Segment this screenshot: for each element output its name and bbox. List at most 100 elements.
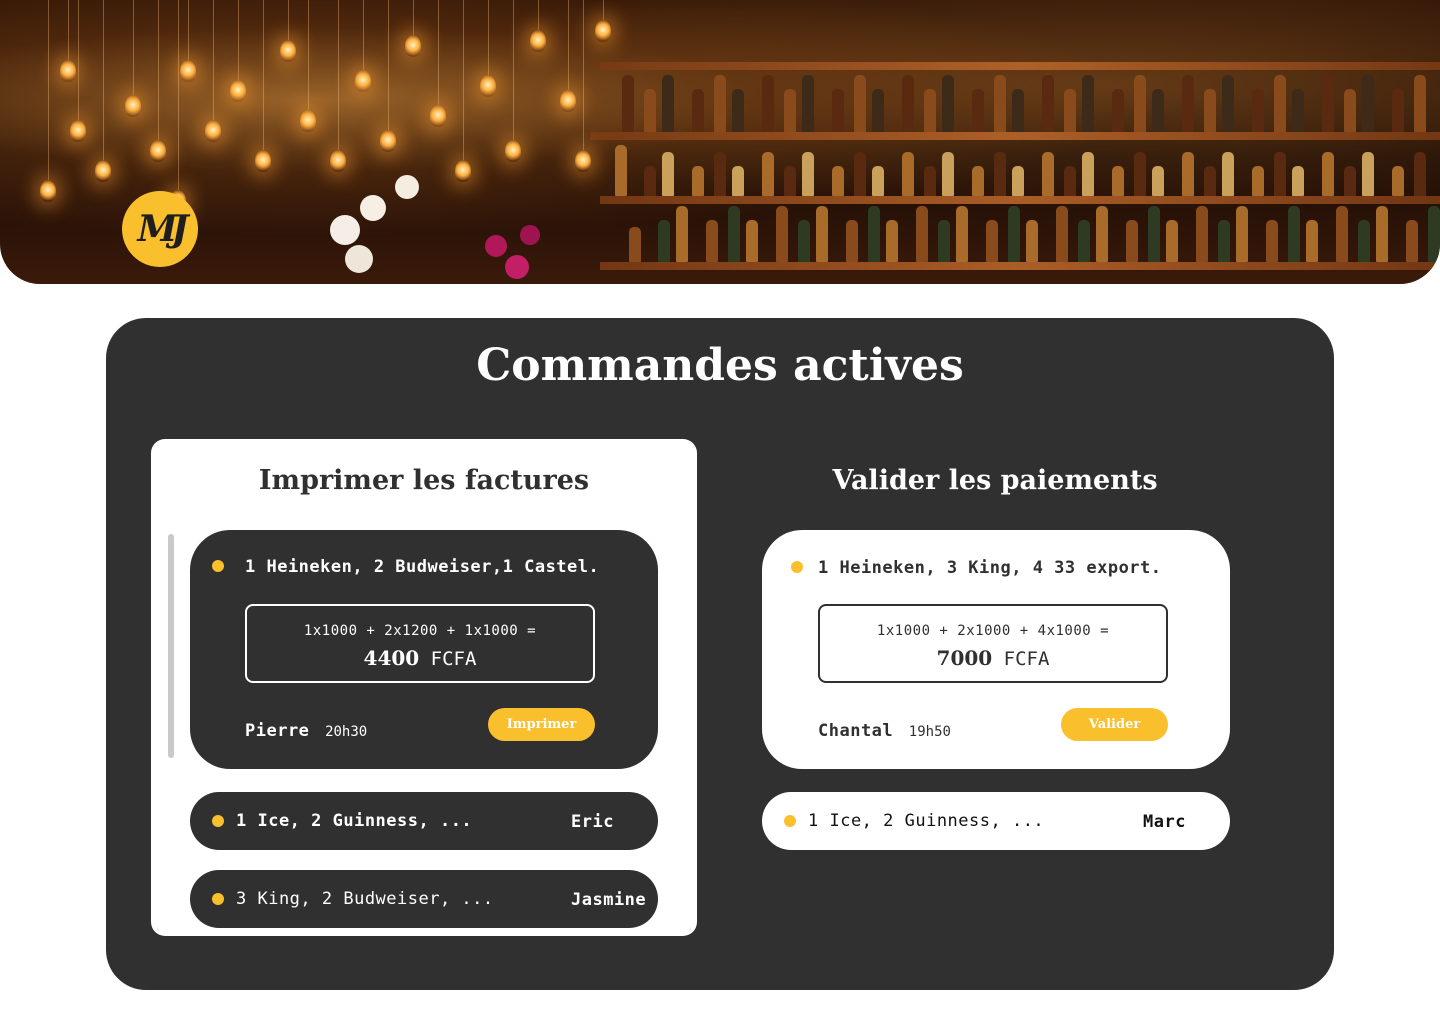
payment-row[interactable]: 1 Ice, 2 Guinness, ... Marc — [762, 792, 1230, 850]
total-amount: 4400 — [363, 646, 420, 670]
bottle — [1358, 220, 1370, 262]
bulb-wire — [513, 0, 514, 140]
bottle — [1428, 206, 1440, 262]
bottle — [816, 206, 828, 262]
status-dot-icon — [784, 815, 796, 827]
flower — [505, 255, 529, 279]
flower — [345, 245, 373, 273]
light-bulb — [430, 105, 446, 127]
order-items: 1 Ice, 2 Guinness, ... — [808, 811, 1045, 831]
validate-button[interactable]: Valider — [1061, 708, 1168, 741]
brand-logo[interactable]: MJ — [122, 191, 198, 267]
price-calculation-box: 1x1000 + 2x1000 + 4x1000 = 7000 FCFA — [818, 604, 1168, 683]
bottle — [1134, 75, 1146, 132]
light-bulb — [125, 95, 141, 117]
bottle — [1344, 89, 1356, 132]
bottle — [846, 220, 858, 262]
light-bulb — [480, 75, 496, 97]
order-row[interactable]: 3 King, 2 Budweiser, ... Jasmine — [190, 870, 658, 928]
bottle — [762, 152, 774, 196]
order-card-expanded[interactable]: 1 Heineken, 2 Budweiser,1 Castel. 1x1000… — [190, 530, 658, 769]
bottle — [784, 166, 796, 196]
bottle — [706, 220, 718, 262]
bottle — [854, 75, 866, 132]
bottle — [1204, 89, 1216, 132]
status-dot-icon — [212, 815, 224, 827]
flower — [520, 225, 540, 245]
order-time: 19h50 — [908, 724, 951, 740]
bulb-wire — [603, 0, 604, 20]
bottle — [832, 89, 844, 132]
bottle — [1236, 206, 1248, 262]
bottle — [1406, 220, 1418, 262]
bottle — [872, 89, 884, 132]
bulb-wire — [583, 0, 584, 150]
order-row[interactable]: 1 Ice, 2 Guinness, ... Eric — [190, 792, 658, 850]
bottle — [1292, 166, 1304, 196]
customer-name: Marc — [1143, 812, 1186, 832]
bulb-wire — [438, 0, 439, 105]
bottle — [938, 220, 950, 262]
order-meta: Pierre 20h30 — [245, 721, 367, 741]
flower — [330, 215, 360, 245]
bottle — [1344, 166, 1356, 196]
light-bulb — [330, 150, 346, 172]
flower — [360, 195, 386, 221]
light-bulb — [255, 150, 271, 172]
bottle — [1336, 206, 1348, 262]
bottle — [714, 152, 726, 196]
print-button[interactable]: Imprimer — [488, 708, 595, 741]
bottle — [1064, 166, 1076, 196]
bottle — [662, 75, 674, 132]
bottle — [994, 152, 1006, 196]
bottle — [1134, 152, 1146, 196]
bulb-wire — [388, 0, 389, 130]
bottle — [1274, 75, 1286, 132]
light-bulb — [595, 20, 611, 42]
bottle — [802, 75, 814, 132]
bottle — [1166, 220, 1178, 262]
scrollbar[interactable] — [168, 534, 174, 758]
bottle — [1012, 89, 1024, 132]
bottle — [1362, 152, 1374, 196]
page-title: Commandes actives — [476, 340, 964, 391]
bulb-wire — [213, 0, 214, 120]
bottle — [1148, 206, 1160, 262]
bottle — [1392, 89, 1404, 132]
light-bulb — [60, 60, 76, 82]
bottle — [902, 75, 914, 132]
light-bulb — [280, 40, 296, 62]
bulb-wire — [413, 0, 414, 35]
bulb-wire — [188, 0, 189, 60]
bottle — [1082, 152, 1094, 196]
bottle — [658, 220, 670, 262]
bottle — [662, 152, 674, 196]
bottle — [776, 206, 788, 262]
bottle — [1082, 75, 1094, 132]
bottle — [1322, 152, 1334, 196]
bulb-wire — [103, 0, 104, 160]
bottle — [629, 227, 641, 262]
validate-section-title: Valider les paiements — [832, 465, 1158, 496]
bottle — [1292, 89, 1304, 132]
bottle — [916, 206, 928, 262]
bottle — [1152, 89, 1164, 132]
bottle — [1392, 166, 1404, 196]
bottle — [868, 206, 880, 262]
bottle — [994, 75, 1006, 132]
bottle — [1252, 166, 1264, 196]
bulb-wire — [308, 0, 309, 110]
bottle — [1126, 220, 1138, 262]
order-total: 4400 FCFA — [247, 646, 593, 670]
bottle — [1012, 166, 1024, 196]
light-bulb — [405, 35, 421, 57]
bottle — [714, 75, 726, 132]
light-bulb — [95, 160, 111, 182]
order-items: 1 Heineken, 3 King, 4 33 export. — [818, 558, 1162, 578]
bottle — [1266, 220, 1278, 262]
bottle — [746, 220, 758, 262]
light-bulb — [560, 90, 576, 112]
bottle — [1414, 152, 1426, 196]
bulb-wire — [178, 0, 179, 190]
payment-card-expanded[interactable]: 1 Heineken, 3 King, 4 33 export. 1x1000 … — [762, 530, 1230, 769]
